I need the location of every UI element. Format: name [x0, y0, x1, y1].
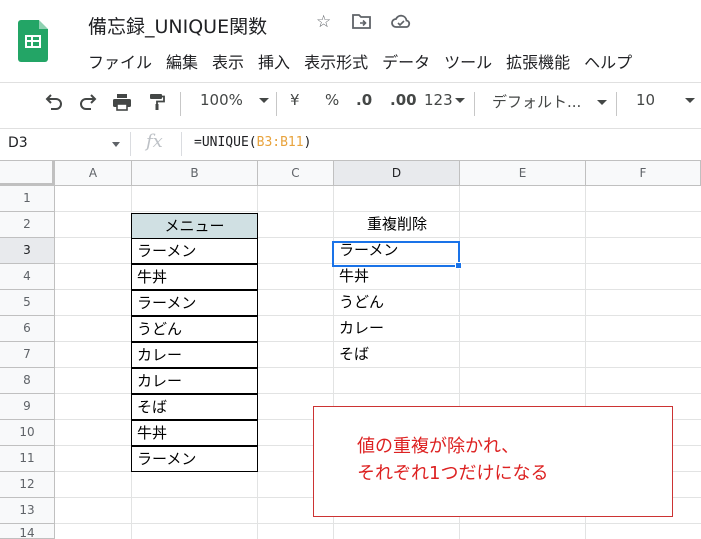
toolbar-divider [0, 128, 701, 129]
zoom-value: 100% [200, 91, 243, 109]
row-header-9[interactable]: 9 [0, 394, 55, 420]
increase-decimal-button[interactable]: .00 [390, 91, 417, 109]
fx-icon: fx [146, 131, 163, 152]
formula-input[interactable]: =UNIQUE(B3:B11) [194, 135, 311, 150]
formula-text: ) [303, 135, 312, 150]
cell-b11[interactable]: ラーメン [131, 446, 258, 472]
formula-range-ref: B3:B11 [256, 135, 304, 150]
menu-view[interactable]: 表示 [212, 49, 244, 73]
row-header-5[interactable]: 5 [0, 290, 55, 316]
column-header-b[interactable]: B [132, 161, 258, 186]
cell-b7[interactable]: カレー [131, 342, 258, 368]
currency-format-button[interactable]: ¥ [290, 91, 300, 109]
toolbar-separator [616, 92, 617, 116]
font-size-value: 10 [636, 91, 656, 109]
percent-format-button[interactable]: % [325, 91, 339, 109]
formula-text: =UNIQUE( [194, 135, 257, 150]
menu-help[interactable]: ヘルプ [584, 49, 632, 73]
column-header-c[interactable]: C [258, 161, 334, 186]
cell-b10[interactable]: 牛丼 [131, 420, 258, 446]
menu-insert[interactable]: 挿入 [258, 49, 290, 73]
paint-format-icon[interactable] [148, 93, 166, 115]
cell-b5[interactable]: ラーメン [131, 290, 258, 316]
cell-b9[interactable]: そば [131, 394, 258, 420]
column-header-e[interactable]: E [460, 161, 586, 186]
cell-d4[interactable]: 牛丼 [334, 264, 460, 290]
font-size-select[interactable]: 10 [636, 91, 696, 109]
cell-d5[interactable]: うどん [334, 290, 460, 316]
toolbar-separator [276, 92, 277, 116]
chevron-down-icon [258, 98, 269, 103]
toolbar-separator [180, 92, 181, 116]
cell-d7[interactable]: そば [334, 342, 460, 368]
formula-separator [181, 132, 182, 156]
toolbar-separator [474, 92, 475, 116]
row-header-2[interactable]: 2 [0, 212, 55, 238]
chevron-down-icon [685, 98, 696, 103]
move-folder-icon[interactable] [352, 12, 372, 35]
menu-data[interactable]: データ [382, 49, 430, 73]
menu-bar: ファイル 編集 表示 挿入 表示形式 データ ツール 拡張機能 ヘルプ [88, 49, 646, 73]
redo-icon[interactable] [78, 93, 98, 115]
row-header-3[interactable]: 3 [0, 238, 55, 264]
row-header-8[interactable]: 8 [0, 368, 55, 394]
document-title[interactable]: 備忘録_UNIQUE関数 [88, 12, 267, 39]
cell-d2-dedupe-header[interactable]: 重複削除 [334, 212, 460, 238]
cell-b2-menu-header[interactable]: メニュー [131, 213, 258, 239]
number-format-select[interactable]: 123 [424, 91, 465, 109]
zoom-select[interactable]: 100% [200, 91, 269, 109]
active-cell-selection[interactable] [332, 241, 460, 267]
title-divider [0, 82, 701, 83]
formula-separator [130, 132, 131, 156]
cell-b3[interactable]: ラーメン [131, 238, 258, 264]
annotation-box: 値の重複が除かれ、 それぞれ1つだけになる [313, 406, 673, 517]
decrease-decimal-button[interactable]: .0 [356, 91, 372, 109]
row-header-7[interactable]: 7 [0, 342, 55, 368]
row-header-11[interactable]: 11 [0, 446, 55, 472]
chevron-down-icon [597, 100, 608, 105]
cell-b8[interactable]: カレー [131, 368, 258, 394]
chevron-down-icon[interactable] [112, 142, 120, 147]
print-icon[interactable] [112, 93, 132, 115]
cell-d6[interactable]: カレー [334, 316, 460, 342]
name-box[interactable]: D3 [8, 135, 28, 151]
sheets-logo-icon[interactable] [18, 20, 48, 62]
row-header-6[interactable]: 6 [0, 316, 55, 342]
star-icon[interactable]: ☆ [316, 12, 331, 32]
font-select[interactable]: デフォルト... [492, 91, 608, 112]
cell-b4[interactable]: 牛丼 [131, 264, 258, 290]
row-header-10[interactable]: 10 [0, 420, 55, 446]
gridline [55, 523, 701, 524]
chevron-down-icon [454, 98, 465, 103]
row-header-13[interactable]: 13 [0, 498, 55, 524]
menu-format[interactable]: 表示形式 [304, 49, 368, 73]
increase-decimal-label: .00 [390, 91, 417, 109]
cloud-status-icon[interactable] [390, 12, 412, 35]
menu-edit[interactable]: 編集 [166, 49, 198, 73]
menu-tools[interactable]: ツール [444, 49, 492, 73]
menu-file[interactable]: ファイル [88, 49, 152, 73]
fill-handle[interactable] [455, 262, 462, 269]
decrease-decimal-label: .0 [356, 91, 373, 109]
undo-icon[interactable] [44, 93, 64, 115]
row-header-4[interactable]: 4 [0, 264, 55, 290]
row-header-1[interactable]: 1 [0, 186, 55, 212]
menu-extensions[interactable]: 拡張機能 [506, 49, 570, 73]
column-header-a[interactable]: A [55, 161, 132, 186]
number-format-value: 123 [424, 91, 453, 109]
font-value: デフォルト... [492, 93, 582, 111]
annotation-line-1: 値の重複が除かれ、 [357, 436, 520, 457]
annotation-line-2: それぞれ1つだけになる [357, 463, 549, 484]
column-header-f[interactable]: F [586, 161, 701, 186]
column-header-d[interactable]: D [334, 161, 460, 186]
cell-b6[interactable]: うどん [131, 316, 258, 342]
row-header-14[interactable]: 14 [0, 524, 55, 539]
row-header-12[interactable]: 12 [0, 472, 55, 498]
select-all-corner[interactable] [0, 161, 55, 186]
